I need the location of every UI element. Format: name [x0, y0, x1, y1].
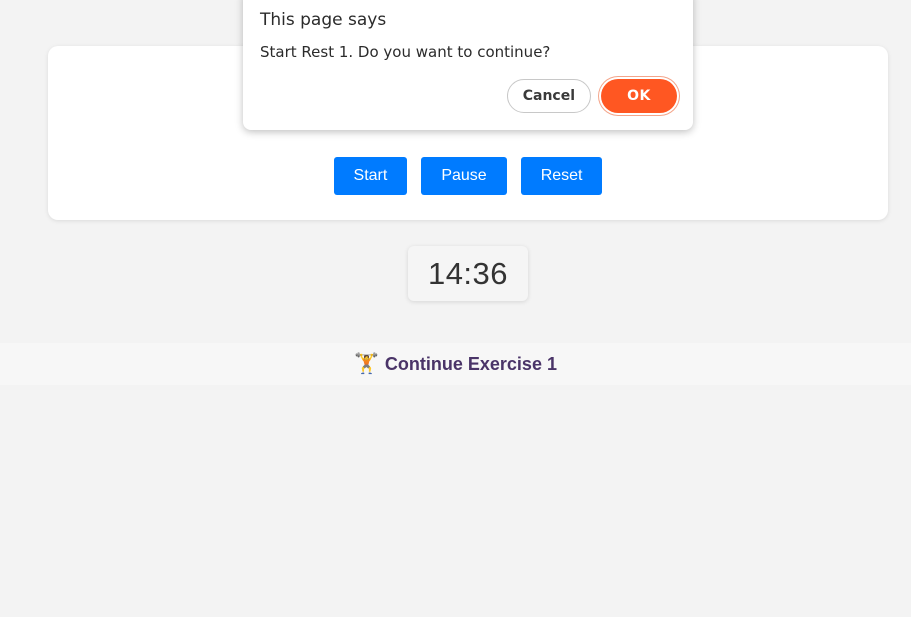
continue-exercise-label: Continue Exercise 1: [384, 353, 557, 374]
timer-display: 14:36: [408, 246, 528, 301]
cancel-button[interactable]: Cancel: [506, 79, 591, 113]
ok-button[interactable]: OK: [601, 79, 677, 113]
dialog-message: Start Rest 1. Do you want to continue?: [260, 43, 551, 61]
weightlifter-icon: 🏋️: [354, 353, 379, 375]
page: Start Pause Reset 14:36 🏋️ Continue Exer…: [0, 0, 911, 617]
pause-button[interactable]: Pause: [421, 157, 507, 195]
confirm-dialog: This page says Start Rest 1. Do you want…: [243, 0, 693, 130]
reset-button[interactable]: Reset: [520, 157, 603, 195]
continue-exercise-link[interactable]: 🏋️ Continue Exercise 1: [0, 343, 911, 385]
dialog-title: This page says: [260, 10, 387, 30]
dialog-actions: Cancel OK: [506, 79, 677, 113]
start-button[interactable]: Start: [333, 157, 408, 195]
timer-controls: Start Pause Reset: [48, 157, 888, 195]
